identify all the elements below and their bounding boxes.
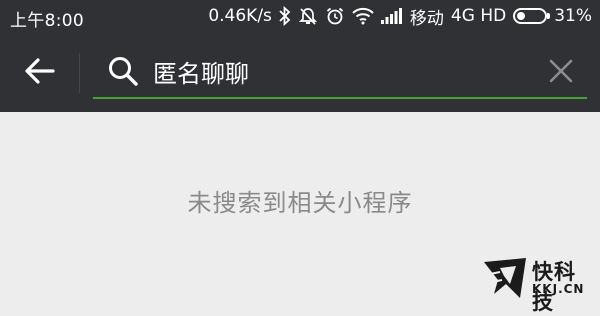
signal-icon [380, 8, 403, 24]
bluetooth-icon [279, 6, 291, 26]
network-type: 4G HD [450, 6, 507, 26]
battery-icon [513, 8, 551, 24]
status-time: 上午8:00 [10, 11, 84, 31]
toolbar-divider [79, 53, 80, 93]
search-toolbar [0, 33, 600, 112]
magnifier-icon [109, 57, 138, 86]
wifi-icon [352, 7, 374, 25]
carrier-name: 移动 [409, 8, 444, 29]
alarm-icon [325, 6, 345, 26]
network-speed: 0.46K/s [208, 6, 272, 26]
kkj-logo-icon [484, 258, 526, 298]
close-icon[interactable] [547, 57, 575, 85]
search-box[interactable] [93, 45, 587, 99]
mute-icon [298, 6, 318, 26]
watermark: 快科技 KKJ.CN [480, 252, 590, 314]
watermark-domain: KKJ.CN [532, 282, 585, 296]
status-right: 0.46K/s 移动 4G HD 31% [208, 5, 592, 29]
search-underline [93, 97, 587, 99]
search-input[interactable] [153, 53, 533, 89]
battery-percent: 31% [554, 6, 592, 26]
empty-results-message: 未搜索到相关小程序 [187, 189, 413, 217]
back-button[interactable] [20, 51, 60, 91]
status-bar: 上午8:00 0.46K/s 移动 4G HD 31% [0, 0, 600, 33]
arrow-left-icon [25, 58, 55, 84]
battery-fill [517, 12, 526, 20]
